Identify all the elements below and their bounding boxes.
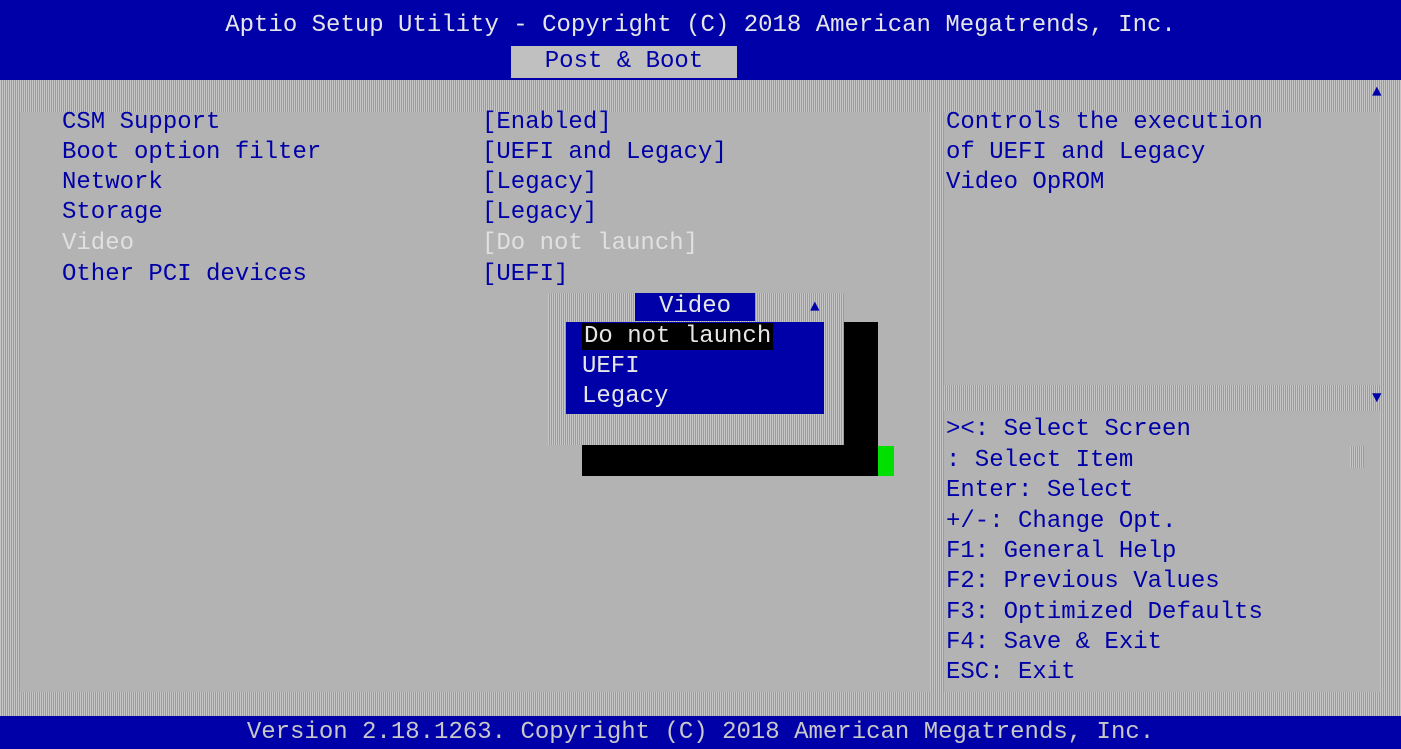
key-hint-f3: F3: Optimized Defaults <box>946 599 1263 626</box>
setting-label-csm-support[interactable]: CSM Support <box>62 108 220 138</box>
key-hint-change-opt: +/-: Change Opt. <box>946 508 1177 535</box>
popup-option-legacy[interactable]: Legacy <box>582 382 668 412</box>
key-hint-enter: Enter: Select <box>946 477 1134 504</box>
tab-post-boot[interactable]: Post & Boot <box>511 46 737 78</box>
key-hint-esc: ESC: Exit <box>946 659 1076 686</box>
key-hint-select-screen: ><: Select Screen <box>946 416 1191 443</box>
panel-divider <box>930 112 944 692</box>
setting-label-network[interactable]: Network <box>62 168 163 198</box>
setting-value-network[interactable]: [Legacy] <box>482 168 597 198</box>
key-hint-f2: F2: Previous Values <box>946 568 1220 595</box>
setting-label-boot-option-filter[interactable]: Boot option filter <box>62 138 321 168</box>
help-text-line: of UEFI and Legacy <box>946 139 1206 166</box>
popup-title: Video <box>635 293 755 321</box>
setting-value-csm-support[interactable]: [Enabled] <box>482 108 612 138</box>
help-text-line: Video OpROM <box>946 169 1105 196</box>
setting-value-storage[interactable]: [Legacy] <box>482 198 597 228</box>
app-title: Aptio Setup Utility - Copyright (C) 2018… <box>225 12 1176 39</box>
key-hint-select-item: : Select Item <box>946 447 1134 474</box>
key-hint-f1: F1: General Help <box>946 538 1177 565</box>
setting-label-video[interactable]: Video <box>62 229 134 259</box>
help-text-line: Controls the execution <box>946 109 1263 136</box>
left-border <box>0 112 20 692</box>
right-border <box>1380 112 1401 692</box>
bottom-border <box>0 692 1401 716</box>
setting-label-storage[interactable]: Storage <box>62 198 163 228</box>
popup-scroll-icon: ▲ <box>810 298 820 316</box>
setting-value-video[interactable]: [Do not launch] <box>482 229 698 259</box>
help-separator <box>944 385 1380 411</box>
popup-option-do-not-launch[interactable]: Do not launch <box>582 322 774 352</box>
setting-value-boot-option-filter[interactable]: [UEFI and Legacy] <box>482 138 727 168</box>
version-text: Version 2.18.1263. Copyright (C) 2018 Am… <box>246 719 1155 746</box>
setting-label-other-pci-devices[interactable]: Other PCI devices <box>62 260 307 290</box>
text-cursor <box>878 446 894 476</box>
help-scrollbar-thumb[interactable] <box>1350 446 1364 468</box>
scroll-up-icon: ▲ <box>1372 83 1382 101</box>
popup-option-uefi[interactable]: UEFI <box>582 352 640 382</box>
setting-value-other-pci-devices[interactable]: [UEFI] <box>482 260 568 290</box>
key-hint-f4: F4: Save & Exit <box>946 629 1163 656</box>
popup-option-selected-label[interactable]: Do not launch <box>582 323 774 350</box>
scroll-down-icon: ▼ <box>1372 389 1382 407</box>
